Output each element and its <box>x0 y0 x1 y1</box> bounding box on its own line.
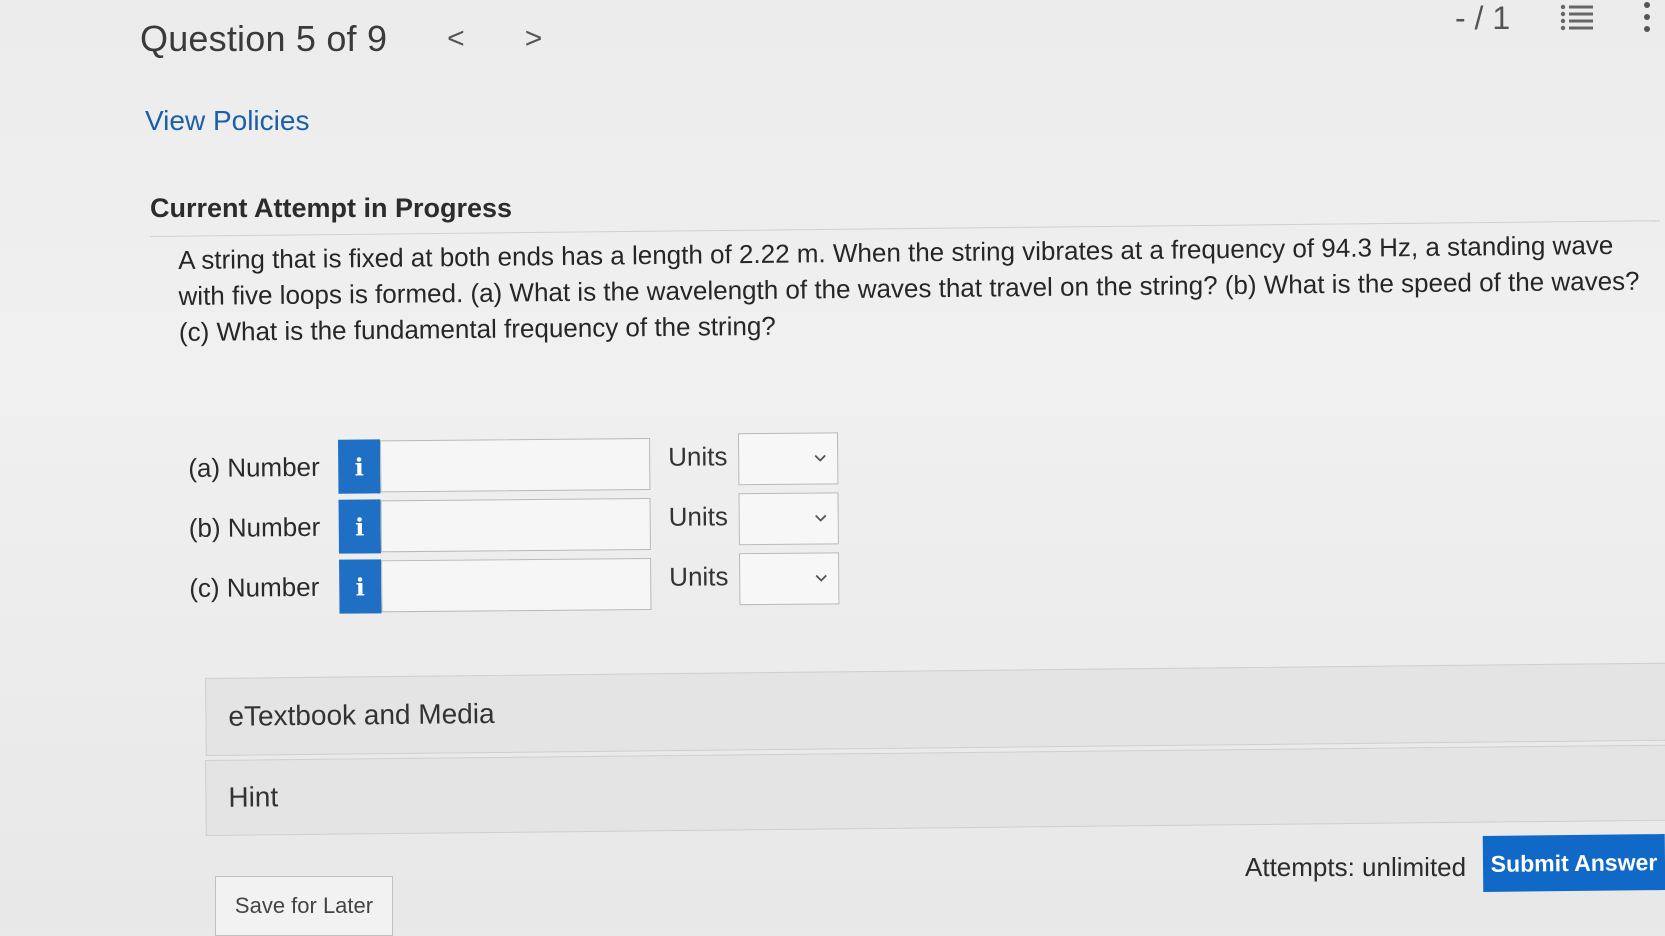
question-header: Question 5 of 9 < > <box>140 18 542 60</box>
units-label: Units <box>669 560 729 592</box>
question-counter: Question 5 of 9 <box>140 18 388 59</box>
view-policies-link[interactable]: View Policies <box>145 105 309 137</box>
save-for-later-button[interactable]: Save for Later <box>215 876 393 936</box>
chevron-down-icon <box>814 454 826 462</box>
units-label: Units <box>668 500 729 532</box>
answer-row-c: (c) Number i Units <box>189 552 840 616</box>
answer-row-a: (a) Number i Units <box>188 432 839 496</box>
answer-a-number-input[interactable] <box>380 437 651 493</box>
info-icon[interactable]: i <box>338 499 381 554</box>
answer-c-number-input[interactable] <box>381 557 652 613</box>
answer-label: (b) Number <box>188 511 321 543</box>
answer-b-number-input[interactable] <box>380 497 651 553</box>
previous-question-button[interactable]: < <box>447 22 465 56</box>
answer-row-b: (b) Number i Units <box>188 492 839 556</box>
hint-label: Hint <box>228 781 279 813</box>
etextbook-media-panel[interactable]: eTextbook and Media <box>205 662 1665 756</box>
answer-b-units-select[interactable] <box>738 492 839 546</box>
info-icon[interactable]: i <box>338 439 381 494</box>
etextbook-media-label: eTextbook and Media <box>228 697 495 732</box>
question-text: A string that is fixed at both ends has … <box>178 229 1640 347</box>
submit-answer-button[interactable]: Submit Answer <box>1482 834 1665 892</box>
answer-form: (a) Number i Units (b) Number i Units (c… <box>188 432 840 620</box>
attempt-status-heading: Current Attempt in Progress <box>150 193 513 223</box>
info-icon[interactable]: i <box>339 559 382 614</box>
chevron-down-icon <box>815 574 827 582</box>
page: Question 5 of 9 < > - / 1 View Policies … <box>0 0 1665 936</box>
attempts-remaining: Attempts: unlimited <box>1245 852 1467 882</box>
list-icon[interactable] <box>1560 4 1594 32</box>
chevron-down-icon <box>815 514 827 522</box>
answer-a-units-select[interactable] <box>737 432 839 486</box>
answer-label: (a) Number <box>188 451 320 483</box>
next-question-button[interactable]: > <box>525 22 543 56</box>
units-label: Units <box>668 440 728 472</box>
hint-panel[interactable]: Hint <box>205 744 1665 836</box>
score-display: - / 1 <box>1455 0 1511 36</box>
answer-label: (c) Number <box>189 571 320 603</box>
more-vertical-icon[interactable] <box>1640 0 1654 36</box>
answer-c-units-select[interactable] <box>739 552 840 606</box>
